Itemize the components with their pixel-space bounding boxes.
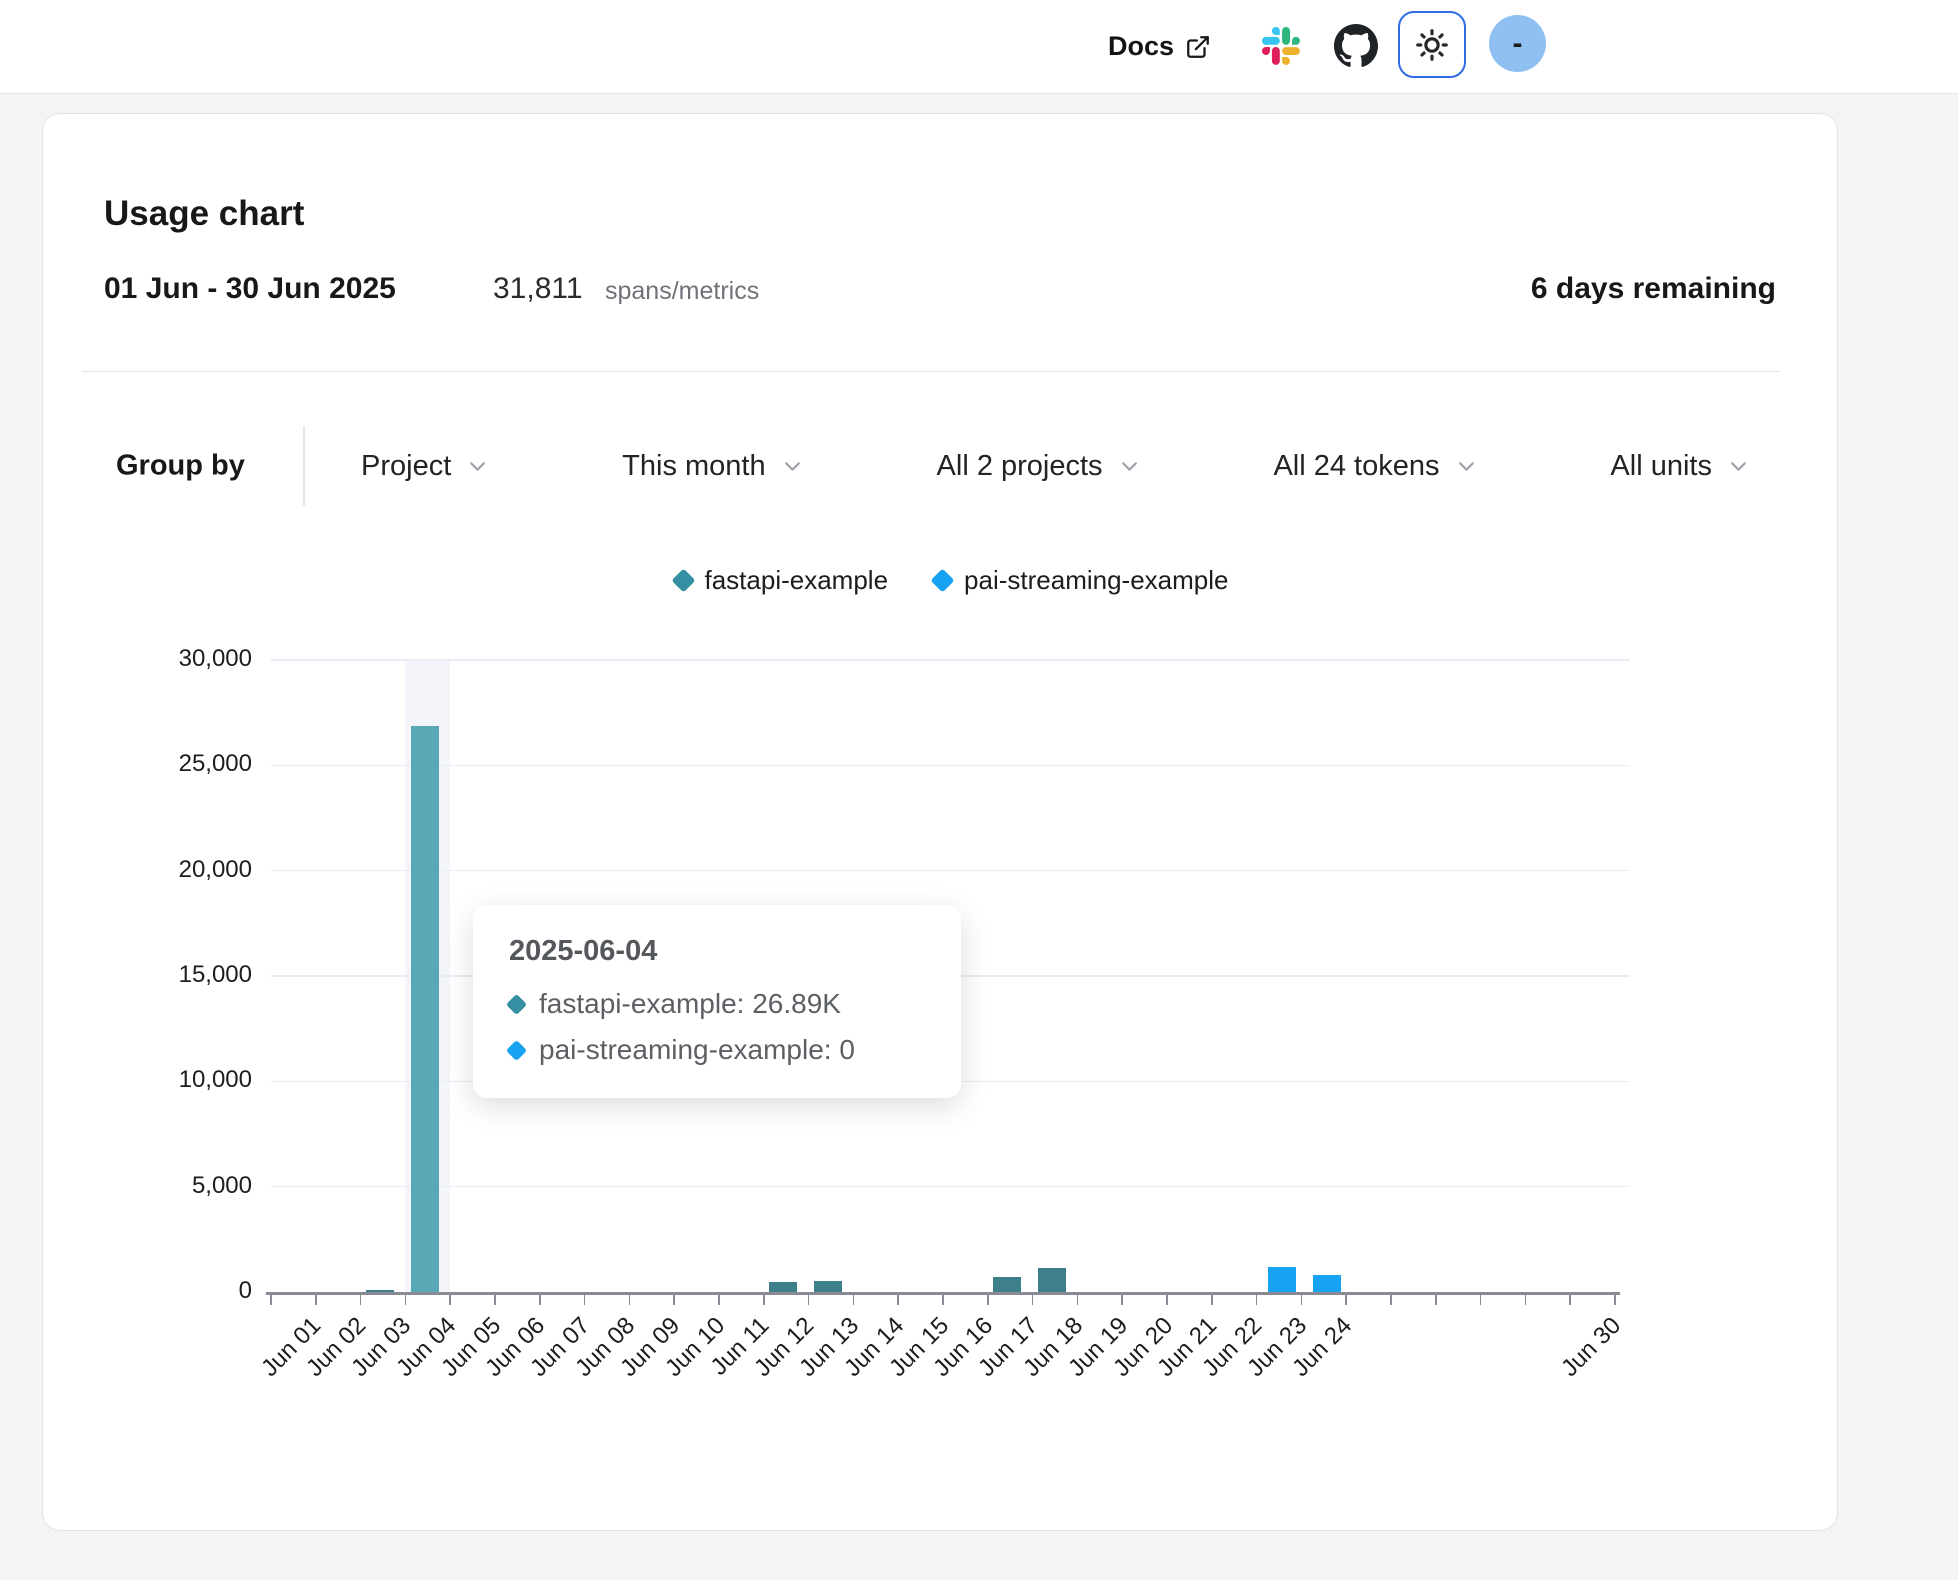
bar-pai-streaming-example-jun-24[interactable] (1313, 1275, 1341, 1292)
slack-icon[interactable] (1262, 27, 1300, 65)
external-link-icon (1185, 34, 1211, 60)
docs-label: Docs (1108, 31, 1174, 62)
bar-fastapi-example-jun-04[interactable] (411, 726, 439, 1292)
days-remaining: 6 days remaining (1531, 272, 1776, 306)
group-by-label: Group by (116, 450, 245, 483)
usage-card: Usage chart 01 Jun - 30 Jun 2025 31,811 … (42, 113, 1838, 1531)
dropdown-projects-filter[interactable]: All 2 projects (937, 450, 1142, 483)
sun-icon (1414, 27, 1450, 63)
page-title: Usage chart (104, 194, 304, 234)
dropdown-group-by-project[interactable]: Project (361, 450, 490, 483)
total-unit: spans/metrics (605, 277, 759, 306)
dropdown-units-filter[interactable]: All units (1610, 450, 1751, 483)
docs-link[interactable]: Docs (1108, 0, 1211, 93)
filter-dropdowns: Project This month All 2 projects All 24… (361, 426, 1751, 506)
dropdown-label: All units (1610, 450, 1712, 483)
series-marker-icon (506, 993, 527, 1014)
series-marker-icon (671, 568, 695, 592)
series-marker-icon (931, 568, 955, 592)
tooltip-date: 2025-06-04 (509, 935, 925, 968)
tooltip-row-text: fastapi-example: 26.89K (539, 988, 841, 1020)
dropdown-label: All 24 tokens (1273, 450, 1439, 483)
chart-legend: fastapi-example pai-streaming-example (272, 563, 1631, 597)
dropdown-label: Project (361, 450, 451, 483)
filter-row: Group by Project This month All 2 projec… (43, 426, 1837, 506)
chevron-down-icon (465, 454, 490, 479)
user-avatar[interactable]: - (1489, 15, 1546, 72)
legend-item-pai-streaming-example[interactable]: pai-streaming-example (934, 565, 1228, 596)
github-icon[interactable] (1334, 24, 1378, 68)
bar-fastapi-example-jun-17[interactable] (993, 1277, 1021, 1292)
series-marker-icon (506, 1039, 527, 1060)
theme-toggle-button[interactable] (1398, 11, 1466, 78)
tooltip-row: pai-streaming-example: 0 (509, 1034, 925, 1066)
legend-label: fastapi-example (705, 565, 889, 596)
date-range: 01 Jun - 30 Jun 2025 (104, 272, 396, 306)
chevron-down-icon (1454, 454, 1479, 479)
bar-fastapi-example-jun-18[interactable] (1038, 1268, 1066, 1292)
section-divider (82, 371, 1780, 372)
usage-meta-row: 01 Jun - 30 Jun 2025 31,811 spans/metric… (43, 272, 1837, 312)
tooltip-row: fastapi-example: 26.89K (509, 988, 925, 1020)
chart-tooltip: 2025-06-04 fastapi-example: 26.89K pai-s… (473, 905, 961, 1098)
tooltip-row-text: pai-streaming-example: 0 (539, 1034, 855, 1066)
bar-fastapi-example-jun-13[interactable] (814, 1281, 842, 1292)
dropdown-tokens-filter[interactable]: All 24 tokens (1273, 450, 1478, 483)
dropdown-label: This month (622, 450, 765, 483)
chevron-down-icon (780, 454, 805, 479)
dropdown-label: All 2 projects (937, 450, 1103, 483)
legend-item-fastapi-example[interactable]: fastapi-example (675, 565, 889, 596)
chevron-down-icon (1726, 454, 1751, 479)
avatar-label: - (1513, 27, 1523, 61)
bar-pai-streaming-example-jun-23[interactable] (1268, 1267, 1296, 1292)
page: Docs (0, 0, 1958, 1580)
chevron-down-icon (1117, 454, 1142, 479)
legend-label: pai-streaming-example (964, 565, 1228, 596)
bar-fastapi-example-jun-12[interactable] (769, 1282, 797, 1292)
dropdown-time-range[interactable]: This month (622, 450, 804, 483)
total-count: 31,811 (493, 272, 583, 306)
vertical-divider (303, 426, 305, 506)
bar-fastapi-example-jun-03[interactable] (366, 1290, 394, 1292)
top-bar: Docs (0, 0, 1958, 94)
